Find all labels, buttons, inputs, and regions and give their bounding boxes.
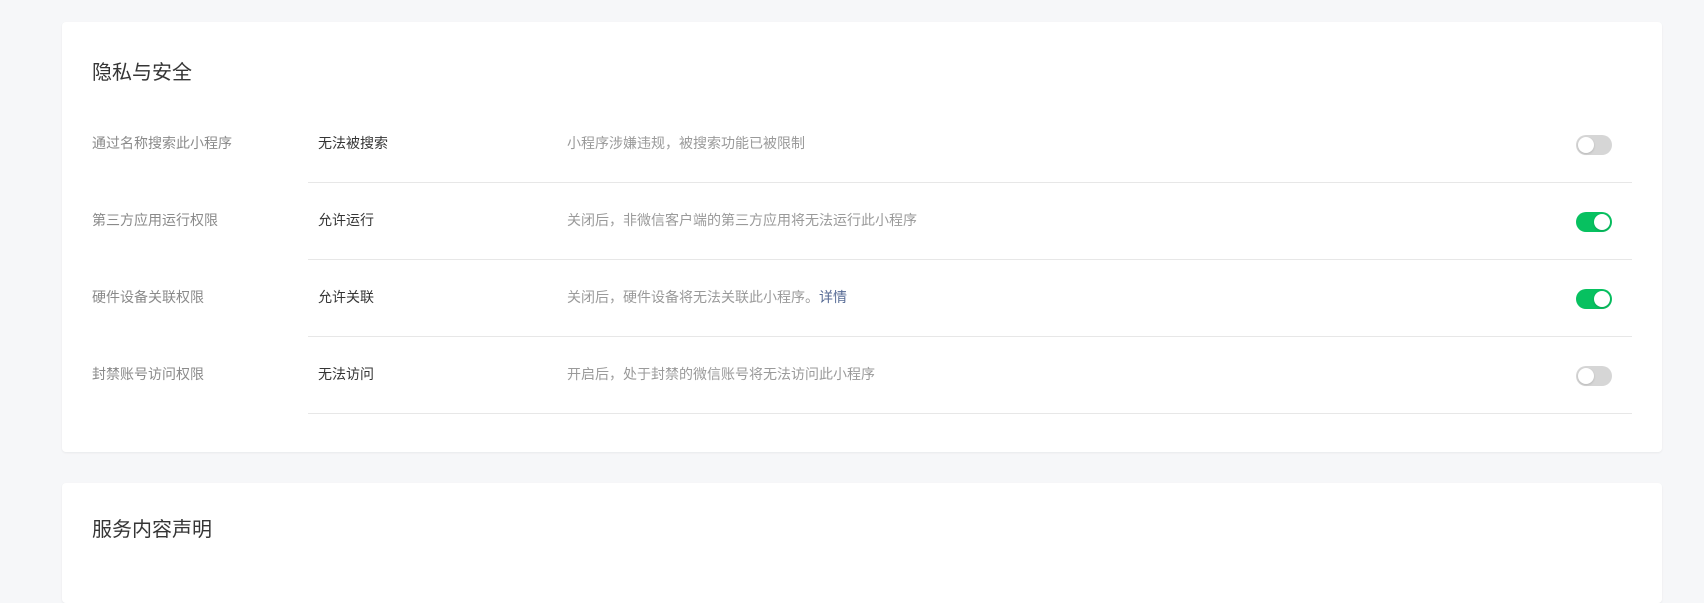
setting-status: 允许运行 bbox=[318, 213, 374, 229]
setting-status: 无法访问 bbox=[318, 367, 374, 383]
setting-row-third-party-app: 第三方应用运行权限 允许运行 关闭后，非微信客户端的第三方应用将无法运行此小程序 bbox=[62, 183, 1662, 260]
search-by-name-toggle[interactable] bbox=[1576, 135, 1612, 155]
setting-label: 封禁账号访问权限 bbox=[92, 367, 204, 383]
setting-label: 通过名称搜索此小程序 bbox=[92, 136, 232, 152]
details-link[interactable]: 详情 bbox=[819, 290, 847, 306]
setting-description: 关闭后，硬件设备将无法关联此小程序。详情 bbox=[567, 290, 847, 306]
toggle-knob bbox=[1578, 137, 1594, 153]
service-content-title: 服务内容声明 bbox=[92, 517, 212, 541]
setting-status: 允许关联 bbox=[318, 290, 374, 306]
setting-row-hardware-device: 硬件设备关联权限 允许关联 关闭后，硬件设备将无法关联此小程序。详情 bbox=[62, 260, 1662, 337]
setting-description: 关闭后，非微信客户端的第三方应用将无法运行此小程序 bbox=[567, 213, 917, 229]
hardware-device-toggle[interactable] bbox=[1576, 289, 1612, 309]
privacy-security-card: 隐私与安全 通过名称搜索此小程序 无法被搜索 小程序涉嫌违规，被搜索功能已被限制… bbox=[62, 22, 1662, 452]
setting-description: 小程序涉嫌违规，被搜索功能已被限制 bbox=[567, 136, 805, 152]
setting-row-banned-account: 封禁账号访问权限 无法访问 开启后，处于封禁的微信账号将无法访问此小程序 bbox=[62, 337, 1662, 414]
setting-label: 第三方应用运行权限 bbox=[92, 213, 218, 229]
setting-status: 无法被搜索 bbox=[318, 136, 388, 152]
setting-label: 硬件设备关联权限 bbox=[92, 290, 204, 306]
privacy-security-title: 隐私与安全 bbox=[92, 60, 192, 84]
setting-description: 开启后，处于封禁的微信账号将无法访问此小程序 bbox=[567, 367, 875, 383]
toggle-knob bbox=[1578, 368, 1594, 384]
service-content-card: 服务内容声明 bbox=[62, 483, 1662, 603]
third-party-app-toggle[interactable] bbox=[1576, 212, 1612, 232]
banned-account-toggle[interactable] bbox=[1576, 366, 1612, 386]
row-divider bbox=[308, 413, 1632, 414]
toggle-knob bbox=[1594, 214, 1610, 230]
toggle-knob bbox=[1594, 291, 1610, 307]
setting-row-search-by-name: 通过名称搜索此小程序 无法被搜索 小程序涉嫌违规，被搜索功能已被限制 bbox=[62, 106, 1662, 183]
